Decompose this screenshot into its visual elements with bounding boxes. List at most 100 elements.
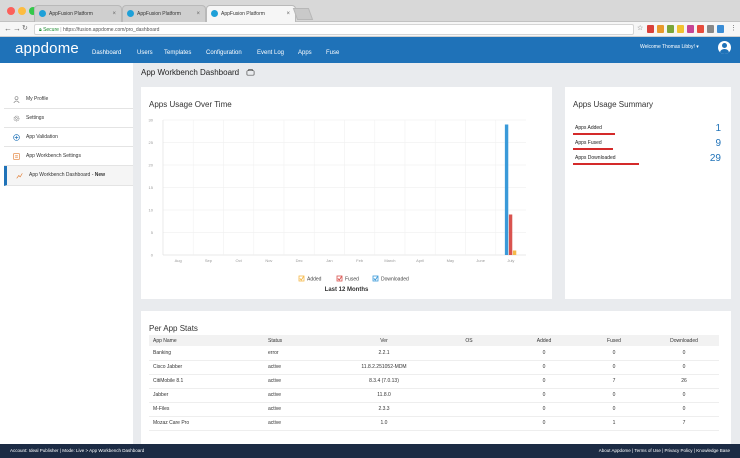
summary-row-downloaded: Apps Downloaded 29 [573,153,721,167]
sidebar-item-app-validation[interactable]: App Validation [4,128,133,147]
sidebar-item-my-profile[interactable]: My Profile [4,90,133,109]
address-bar[interactable]: 🔒︎ Secure | https://fusion.appdome.com/p… [34,24,634,35]
table-cell: 0 [579,388,649,403]
footer-links[interactable]: About Appdome | Terms of Use | Privacy P… [599,444,730,458]
table-cell: 0 [509,388,579,403]
close-window-button[interactable] [7,7,15,15]
y-tick-label: 25 [149,140,154,145]
nav-fuse[interactable]: Fuse [326,50,339,56]
x-tick-label: Feb [356,258,364,263]
bar-fused-july [508,214,513,255]
column-header[interactable]: Status [264,335,339,346]
x-tick-label: Oct [236,258,243,263]
welcome-user-menu[interactable]: Welcome Thomas Libby! ▾ [640,44,699,50]
table-cell: 0 [649,388,719,403]
table-row[interactable]: Jabber active 11.8.0 0 0 0 [149,388,719,403]
table-cell: Jabber [149,388,264,403]
minimize-window-button[interactable] [18,7,26,15]
table-cell: 0 [509,360,579,375]
column-header[interactable]: Ver [339,335,429,346]
x-tick-label: March [384,258,395,263]
close-tab-icon[interactable]: × [196,6,200,22]
url-text: https://fusion.appdome.com/pro_dashboard [63,27,160,33]
x-tick-label: June [476,258,485,263]
browser-tab-1[interactable]: AppFusion Platform × [34,5,122,22]
browser-tab-2[interactable]: AppFusion Platform × [122,5,206,22]
reload-icon[interactable]: ↻ [22,23,28,35]
column-header[interactable]: Downloaded [649,335,719,346]
app-footer: Account: Ideal Publisher | Mode: Live > … [0,444,740,458]
nav-apps[interactable]: Apps [298,50,312,56]
apps-usage-over-time-card: Apps Usage Over Time 0 5 10 15 20 25 30 Aug Sep O… [141,87,552,299]
extension-icon[interactable] [707,25,714,33]
bookmark-star-icon[interactable]: ☆ [637,23,643,35]
workbench-icon [13,153,20,160]
chart-icon [16,173,23,179]
forward-arrow-icon[interactable]: → [13,23,21,35]
table-cell [429,388,509,403]
refresh-icon[interactable] [246,68,255,77]
table-cell [429,374,509,389]
table-cell: active [264,360,339,375]
appdome-logo[interactable]: appdome [15,40,79,57]
column-header[interactable]: App Name [149,335,264,346]
table-cell: active [264,374,339,389]
user-icon [13,96,20,103]
appfusion-favicon-icon [127,10,134,17]
table-cell: Banking [149,346,264,361]
close-tab-icon[interactable]: × [286,6,290,22]
nav-configuration[interactable]: Configuration [206,50,242,56]
column-header[interactable]: Added [509,335,579,346]
y-tick-label: 0 [151,253,154,258]
user-avatar[interactable] [718,41,731,54]
table-cell: 1.0 [339,416,429,431]
sidebar-item-app-workbench-settings[interactable]: App Workbench Settings [4,147,133,166]
table-row[interactable]: M-Files active 2.3.3 0 0 0 [149,402,719,417]
extension-icon[interactable] [647,25,654,33]
secure-label: Secure [43,27,59,33]
y-tick-label: 10 [149,208,154,213]
extension-icon[interactable] [657,25,664,33]
browser-tab-3[interactable]: AppFusion Platform × [206,5,296,22]
table-row[interactable]: Banking error 2.2.1 0 0 0 [149,346,719,361]
chart-footer: Last 12 Months [324,287,369,293]
new-tab-button[interactable] [292,8,314,20]
sidebar-item-settings[interactable]: Settings [4,109,133,128]
table-row[interactable]: Mozaz Care Pro active 1.0 0 1 7 [149,416,719,431]
extension-icon[interactable] [677,25,684,33]
column-header[interactable]: Fused [579,335,649,346]
legend-check-icon [373,276,378,281]
table-cell: 0 [579,346,649,361]
table-cell: 11.8.2.251052-MDM [339,360,429,375]
sidebar-item-app-workbench-dashboard[interactable]: App Workbench Dashboard - New [4,166,133,186]
bar-added-july [512,250,517,255]
extension-icon[interactable] [717,25,724,33]
table-cell: 2.2.1 [339,346,429,361]
table-cell: M-Files [149,402,264,417]
legend-label-fused: Fused [345,277,359,283]
table-cell: 2.3.3 [339,402,429,417]
bar-downloaded-july [504,124,509,255]
legend-label-downloaded: Downloaded [381,277,409,283]
table-row[interactable]: CitiMobile 8.1 active 8.3.4 (7.0.13) 0 7 26 [149,374,719,389]
avatar-head [722,43,727,48]
y-tick-label: 30 [149,118,154,123]
new-badge: New [94,172,106,178]
extension-icon[interactable] [687,25,694,33]
table-cell: 0 [509,346,579,361]
extension-icon[interactable] [697,25,704,33]
table-cell: 11.8.0 [339,388,429,403]
back-arrow-icon[interactable]: ← [4,23,12,35]
plus-circle-icon [13,134,20,141]
table-cell: 0 [649,402,719,417]
table-row[interactable]: Cisco Jabber active 11.8.2.251052-MDM 0 0 0 [149,360,719,375]
nav-dashboard[interactable]: Dashboard [92,50,121,56]
nav-templates[interactable]: Templates [164,50,191,56]
column-header[interactable]: OS [429,335,509,346]
nav-event-log[interactable]: Event Log [257,50,284,56]
browser-menu-icon[interactable]: ⋮ [730,23,737,35]
extension-icon[interactable] [667,25,674,33]
table-cell: active [264,416,339,431]
nav-users[interactable]: Users [137,50,153,56]
close-tab-icon[interactable]: × [112,6,116,22]
